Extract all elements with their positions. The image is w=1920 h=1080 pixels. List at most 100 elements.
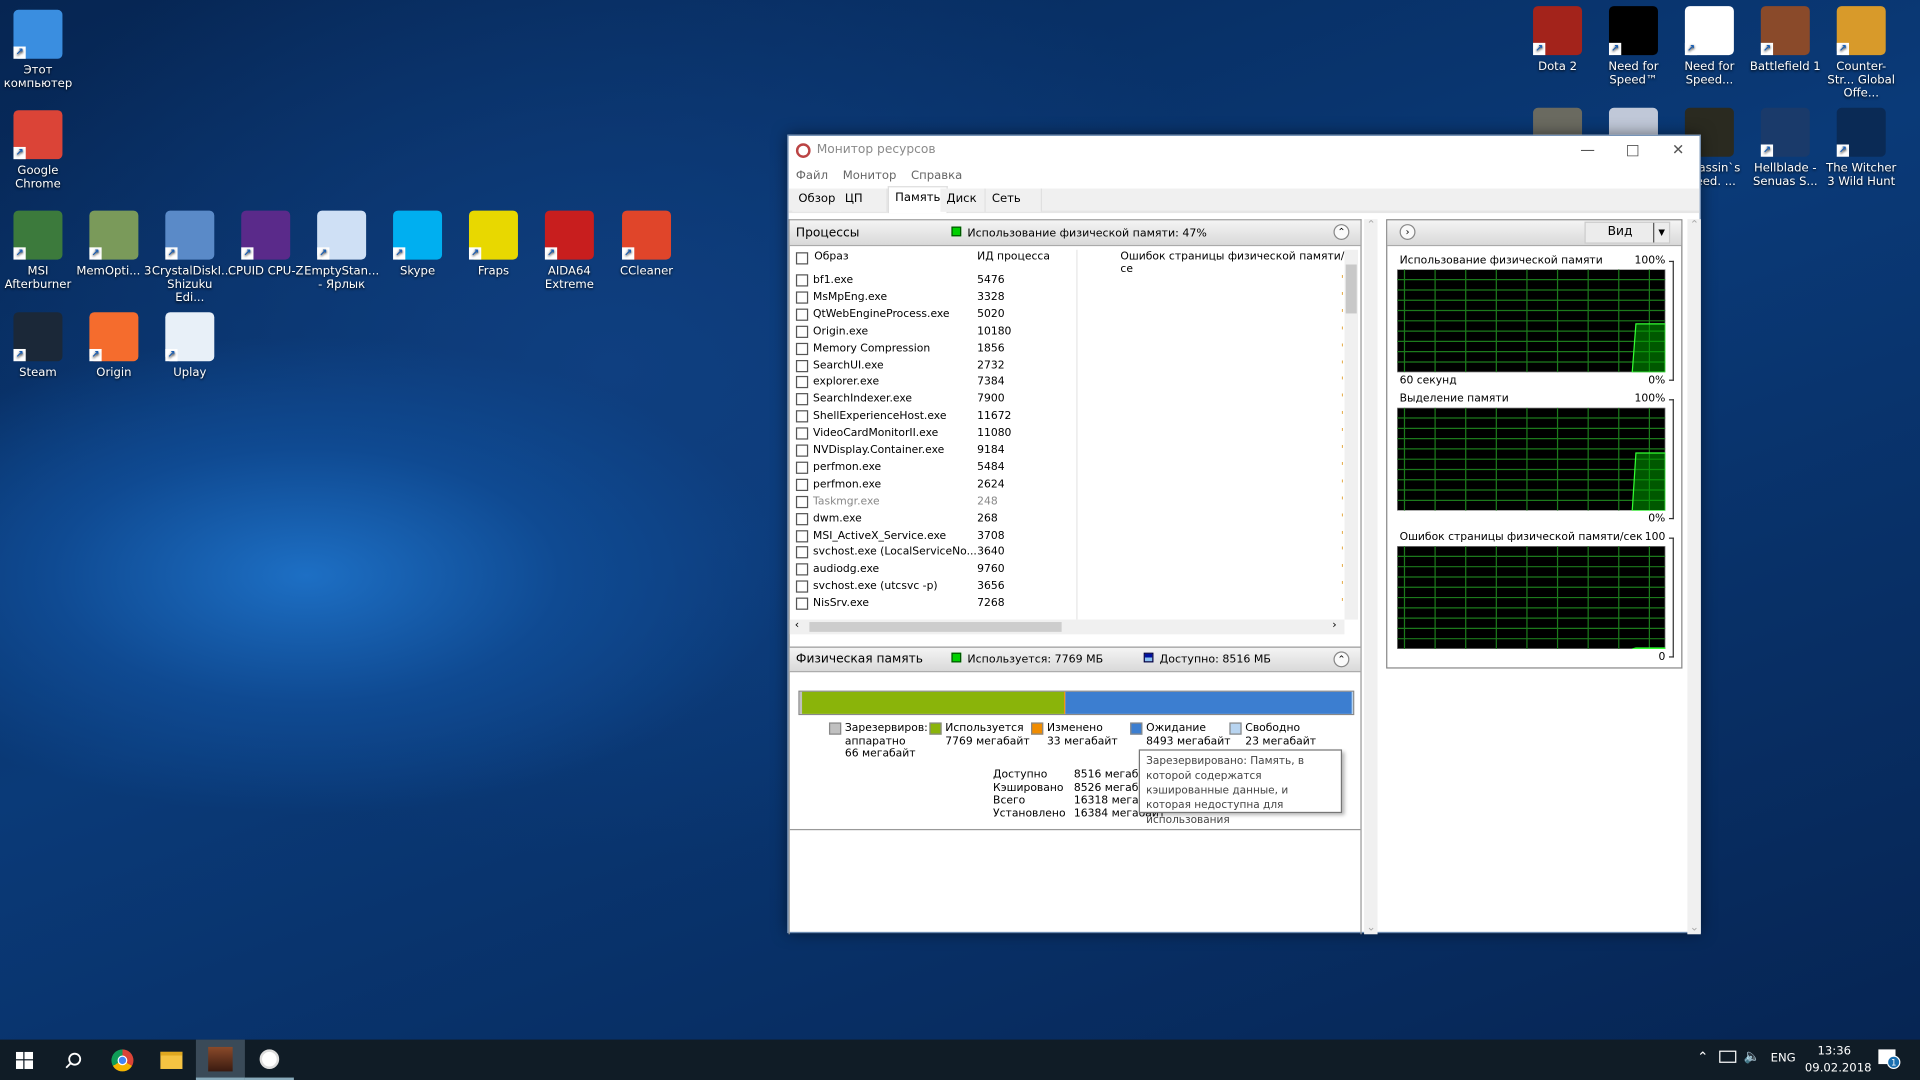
taskbar-chrome[interactable]: [98, 1040, 147, 1080]
process-horizontal-scrollbar[interactable]: ‹ ›: [789, 619, 1345, 635]
process-row[interactable]: bf1.exe 5476 ': [790, 272, 1345, 289]
process-checkbox[interactable]: [795, 580, 809, 593]
show-hidden-icons[interactable]: ⌃: [1697, 1049, 1708, 1065]
desktop-icon[interactable]: ↗ Uplay: [152, 312, 228, 380]
process-row[interactable]: svchost.exe (utcsvc -p) 3656 ': [790, 578, 1345, 595]
menu-help[interactable]: Справка: [911, 168, 962, 181]
process-checkbox[interactable]: [795, 393, 809, 406]
left-pane-scrollbar[interactable]: ⌃ ⌄: [1364, 219, 1378, 935]
desktop-icon[interactable]: ↗ Dota 2: [1520, 6, 1596, 73]
process-checkbox[interactable]: [795, 563, 809, 576]
process-checkbox[interactable]: [795, 410, 809, 423]
column-image[interactable]: Образ: [814, 251, 848, 263]
taskbar-resource-monitor[interactable]: [244, 1040, 294, 1080]
process-row[interactable]: audiodg.exe 9760 ': [790, 561, 1345, 578]
tab-overview[interactable]: Обзор: [792, 188, 843, 212]
menu-monitor[interactable]: Монитор: [843, 168, 897, 181]
desktop-icon[interactable]: ↗ Fraps: [456, 210, 532, 278]
desktop-icon[interactable]: ↗ Battlefield 1: [1747, 6, 1823, 73]
process-checkbox[interactable]: [795, 308, 809, 321]
tab-network[interactable]: Сеть: [985, 188, 1043, 212]
process-checkbox[interactable]: [795, 478, 809, 491]
desktop-icon[interactable]: ↗ Counter-Str... Global Offe...: [1823, 6, 1899, 100]
process-row[interactable]: Taskmgr.exe 248 ': [790, 493, 1345, 510]
process-checkbox[interactable]: [795, 529, 809, 542]
desktop-icon[interactable]: ↗ Origin: [76, 312, 152, 380]
tab-memory[interactable]: Память: [887, 186, 948, 214]
memory-bar-used[interactable]: [801, 691, 1065, 714]
desktop-icon[interactable]: ↗ Google Chrome: [0, 110, 76, 191]
menu-file[interactable]: Файл: [796, 168, 828, 181]
process-row[interactable]: NisSrv.exe 7268 ': [790, 595, 1345, 612]
select-all-checkbox[interactable]: [795, 252, 809, 265]
process-row[interactable]: perfmon.exe 5484 ': [790, 459, 1345, 476]
process-row[interactable]: explorer.exe 7384 ': [790, 374, 1345, 391]
process-row[interactable]: perfmon.exe 2624 ': [790, 476, 1345, 493]
process-row[interactable]: QtWebEngineProcess.exe 5020 ': [790, 306, 1345, 323]
process-row[interactable]: NVDisplay.Container.exe 9184 ': [790, 442, 1345, 459]
column-pid[interactable]: ИД процесса: [977, 251, 1050, 263]
minimize-button[interactable]: —: [1565, 136, 1610, 164]
process-row[interactable]: dwm.exe 268 ': [790, 510, 1345, 527]
memory-bar-free[interactable]: [1352, 691, 1354, 714]
desktop-icon[interactable]: ↗ Hellblade - Senuas S...: [1747, 107, 1823, 189]
physical-memory-header[interactable]: Физическая память Используется: 7769 МБ …: [789, 646, 1361, 673]
desktop-icon[interactable]: ↗ CrystalDiskI... Shizuku Edi...: [152, 210, 232, 305]
memory-bar-standby[interactable]: [1065, 691, 1353, 714]
right-pane-scrollbar[interactable]: ⌃ ⌄: [1687, 219, 1701, 935]
desktop-icon[interactable]: ↗ Skype: [380, 210, 456, 278]
process-checkbox[interactable]: [795, 546, 809, 559]
process-checkbox[interactable]: [795, 495, 809, 508]
collapse-processes-icon[interactable]: ⌃: [1333, 224, 1350, 241]
process-checkbox[interactable]: [795, 325, 809, 338]
taskbar-battlefield[interactable]: [195, 1039, 245, 1080]
process-row[interactable]: Memory Compression 1856 ': [790, 340, 1345, 357]
process-row[interactable]: VideoCardMonitorII.exe 11080 ': [790, 425, 1345, 442]
collapse-memory-icon[interactable]: ⌃: [1333, 651, 1350, 668]
desktop-icon[interactable]: ↗ Steam: [0, 312, 76, 380]
process-row[interactable]: svchost.exe (LocalServiceNo... 3640 ': [790, 544, 1345, 561]
desktop-icon[interactable]: ↗ MSI Afterburner: [0, 210, 76, 291]
process-checkbox[interactable]: [795, 444, 809, 457]
desktop-icon[interactable]: ↗ Этот компьютер: [0, 9, 76, 91]
process-vertical-scrollbar[interactable]: [1344, 249, 1358, 620]
process-checkbox[interactable]: [795, 359, 809, 372]
process-row[interactable]: SearchIndexer.exe 7900 ': [790, 391, 1345, 408]
process-checkbox[interactable]: [795, 512, 809, 525]
process-row[interactable]: MSI_ActiveX_Service.exe 3708 ': [790, 527, 1345, 544]
language-indicator[interactable]: ENG: [1771, 1052, 1796, 1065]
tab-cpu[interactable]: ЦП: [838, 188, 888, 212]
process-row[interactable]: MsMpEng.exe 3328 ': [790, 289, 1345, 306]
desktop-icon[interactable]: ↗ EmptyStan... - Ярлык: [304, 210, 380, 291]
desktop-icon[interactable]: ↗ CCleaner: [609, 210, 685, 278]
process-row[interactable]: Origin.exe 10180 ': [790, 323, 1345, 340]
desktop-icon[interactable]: ↗ CPUID CPU-Z: [228, 210, 304, 278]
clock[interactable]: 13:36 09.02.2018: [1805, 1043, 1872, 1077]
network-icon[interactable]: [1719, 1050, 1737, 1063]
process-checkbox[interactable]: [795, 274, 809, 287]
title-bar[interactable]: Монитор ресурсов: [789, 136, 1700, 164]
action-center-icon[interactable]: 1: [1878, 1049, 1901, 1069]
view-dropdown[interactable]: Вид ▼: [1584, 221, 1671, 244]
expand-arrow-icon[interactable]: ›: [1399, 224, 1416, 241]
desktop-icon[interactable]: ↗ MemOpti... 3: [76, 210, 152, 278]
desktop-icon[interactable]: ↗ The Witcher 3 Wild Hunt: [1823, 107, 1899, 189]
process-row[interactable]: ShellExperienceHost.exe 11672 ': [790, 408, 1345, 425]
process-checkbox[interactable]: [795, 461, 809, 474]
maximize-button[interactable]: □: [1610, 136, 1655, 164]
process-checkbox[interactable]: [795, 427, 809, 440]
process-checkbox[interactable]: [795, 597, 809, 610]
volume-icon[interactable]: 🔈: [1744, 1048, 1761, 1064]
processes-header[interactable]: Процессы Использование физической памяти…: [789, 220, 1361, 247]
desktop-icon[interactable]: ↗ AIDA64 Extreme: [531, 210, 607, 291]
desktop-icon[interactable]: ↗ Need for Speed™: [1596, 6, 1672, 87]
taskbar-file-explorer[interactable]: [147, 1040, 196, 1080]
process-checkbox[interactable]: [795, 291, 809, 304]
search-button[interactable]: [49, 1040, 98, 1080]
desktop-icon[interactable]: ↗ Need for Speed...: [1671, 6, 1747, 87]
close-button[interactable]: ✕: [1656, 136, 1701, 164]
start-button[interactable]: [0, 1040, 49, 1080]
process-checkbox[interactable]: [795, 376, 809, 389]
tab-disk[interactable]: Диск: [940, 188, 986, 212]
process-row[interactable]: SearchUI.exe 2732 ': [790, 357, 1345, 374]
